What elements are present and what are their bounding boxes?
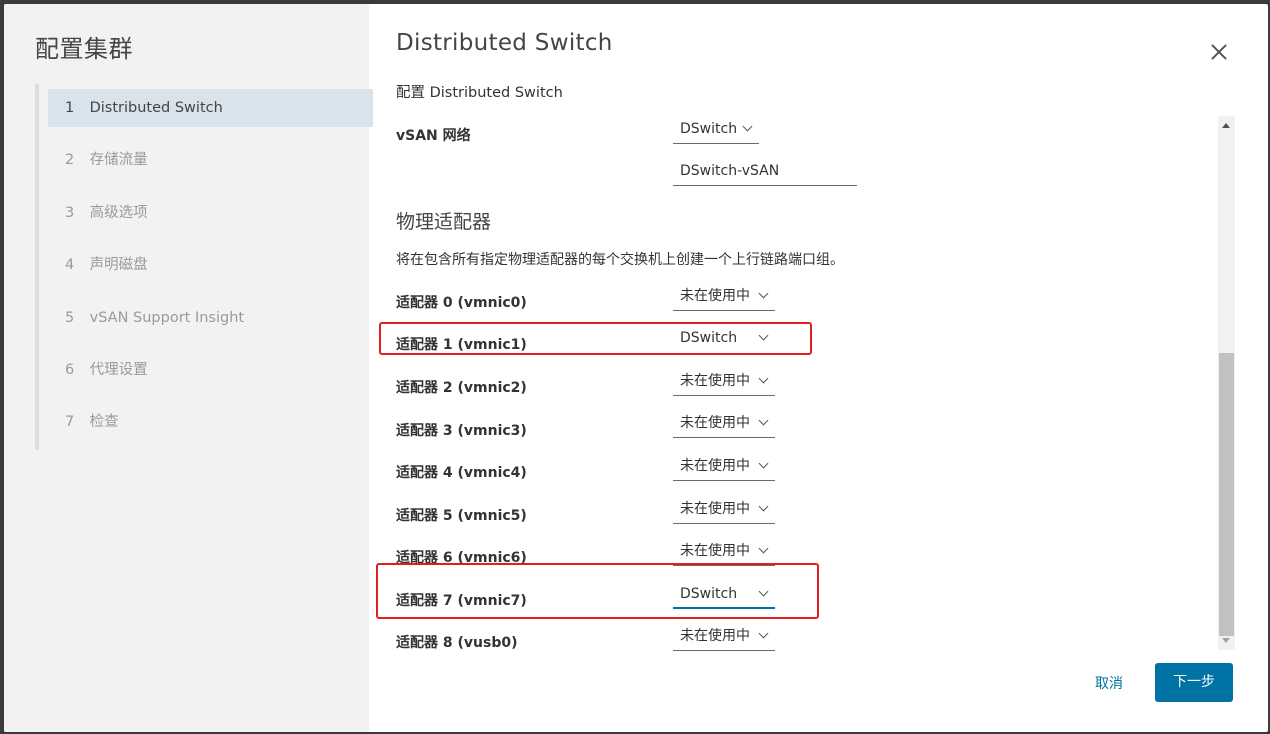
vsan-portgroup-field[interactable]: DSwitch-vSAN xyxy=(673,158,857,186)
adapter-label: 适配器 5 (vmnic5) xyxy=(396,508,527,524)
page-title: Distributed Switch xyxy=(396,30,613,56)
vsan-network-switch-dropdown[interactable]: DSwitch xyxy=(673,117,759,144)
step-number: 6 xyxy=(65,362,75,378)
vertical-scrollbar[interactable] xyxy=(1218,116,1235,650)
step-number: 1 xyxy=(65,100,75,116)
step-number: 3 xyxy=(65,205,75,221)
step-distributed-switch[interactable]: 1 Distributed Switch xyxy=(48,89,373,127)
dropdown-value: 未在使用中 xyxy=(680,458,750,474)
adapter-8-dropdown[interactable]: 未在使用中 xyxy=(673,624,775,651)
dropdown-value: 未在使用中 xyxy=(680,415,750,431)
page-subtitle: 配置 Distributed Switch xyxy=(396,85,563,101)
adapter-label: 适配器 2 (vmnic2) xyxy=(396,380,527,396)
adapter-label: 适配器 0 (vmnic0) xyxy=(396,295,527,311)
step-number: 4 xyxy=(65,257,75,273)
step-vsan-support-insight[interactable]: 5 vSAN Support Insight xyxy=(48,299,373,337)
adapter-6-dropdown[interactable]: 未在使用中 xyxy=(673,539,775,566)
adapter-label: 适配器 8 (vusb0) xyxy=(396,635,518,651)
chevron-down-icon xyxy=(758,458,769,469)
step-label: vSAN Support Insight xyxy=(89,310,245,326)
chevron-down-icon xyxy=(742,121,753,132)
cancel-button[interactable]: 取消 xyxy=(1074,665,1144,703)
dropdown-value: 未在使用中 xyxy=(680,373,750,389)
adapter-5-dropdown[interactable]: 未在使用中 xyxy=(673,497,775,524)
physical-adapters-heading: 物理适配器 xyxy=(396,211,492,233)
step-label: 代理设置 xyxy=(89,362,148,378)
scroll-content: vSAN 网络 DSwitch DSwitch-vSAN 物理适配器 将在包含所… xyxy=(369,112,1224,652)
step-number: 2 xyxy=(65,152,75,168)
adapter-label: 适配器 4 (vmnic4) xyxy=(396,465,527,481)
next-button[interactable]: 下一步 xyxy=(1155,663,1233,702)
step-label: 检查 xyxy=(89,414,119,430)
wizard-steps: 1 Distributed Switch 2 存储流量 3 高级选项 4 声明磁… xyxy=(35,84,373,450)
dropdown-value: 未在使用中 xyxy=(680,543,750,559)
chevron-down-icon xyxy=(758,628,769,639)
adapter-2-dropdown[interactable]: 未在使用中 xyxy=(673,369,775,396)
adapter-0-dropdown[interactable]: 未在使用中 xyxy=(673,284,775,311)
chevron-down-icon xyxy=(758,415,769,426)
adapter-3-dropdown[interactable]: 未在使用中 xyxy=(673,411,775,438)
step-label: 声明磁盘 xyxy=(89,257,148,273)
adapter-4-dropdown[interactable]: 未在使用中 xyxy=(673,454,775,481)
chevron-down-icon xyxy=(758,288,769,299)
configure-cluster-dialog: 配置集群 1 Distributed Switch 2 存储流量 3 高级选项 … xyxy=(4,4,1268,732)
adapter-label: 适配器 3 (vmnic3) xyxy=(396,423,527,439)
dropdown-value: 未在使用中 xyxy=(680,628,750,644)
step-number: 7 xyxy=(65,414,75,430)
highlight-box-adapter-7 xyxy=(376,563,819,619)
close-icon[interactable] xyxy=(1207,40,1231,64)
step-number: 5 xyxy=(65,310,75,326)
chevron-down-icon xyxy=(758,543,769,554)
chevron-down-icon xyxy=(758,373,769,384)
dropdown-value: DSwitch xyxy=(680,121,738,137)
step-proxy-settings[interactable]: 6 代理设置 xyxy=(48,351,373,389)
dropdown-value: 未在使用中 xyxy=(680,288,750,304)
step-label: Distributed Switch xyxy=(89,100,223,116)
wizard-sidebar: 配置集群 1 Distributed Switch 2 存储流量 3 高级选项 … xyxy=(4,4,373,732)
chevron-down-icon xyxy=(758,501,769,512)
step-label: 高级选项 xyxy=(89,205,148,221)
vsan-network-label: vSAN 网络 xyxy=(396,128,471,144)
wizard-main-panel: Distributed Switch 配置 Distributed Switch… xyxy=(369,4,1268,732)
scroll-thumb[interactable] xyxy=(1219,353,1234,636)
scroll-down-arrow-icon[interactable] xyxy=(1222,638,1230,643)
dropdown-value: 未在使用中 xyxy=(680,501,750,517)
step-label: 存储流量 xyxy=(89,152,148,168)
step-review[interactable]: 7 检查 xyxy=(48,403,373,441)
physical-adapters-description: 将在包含所有指定物理适配器的每个交换机上创建一个上行链路端口组。 xyxy=(396,252,844,268)
scroll-up-arrow-icon[interactable] xyxy=(1222,123,1230,128)
highlight-box-adapter-1 xyxy=(379,322,812,355)
wizard-title: 配置集群 xyxy=(35,35,133,63)
step-advanced-options[interactable]: 3 高级选项 xyxy=(48,194,373,232)
step-claim-disks[interactable]: 4 声明磁盘 xyxy=(48,246,373,284)
step-storage-traffic[interactable]: 2 存储流量 xyxy=(48,141,373,179)
